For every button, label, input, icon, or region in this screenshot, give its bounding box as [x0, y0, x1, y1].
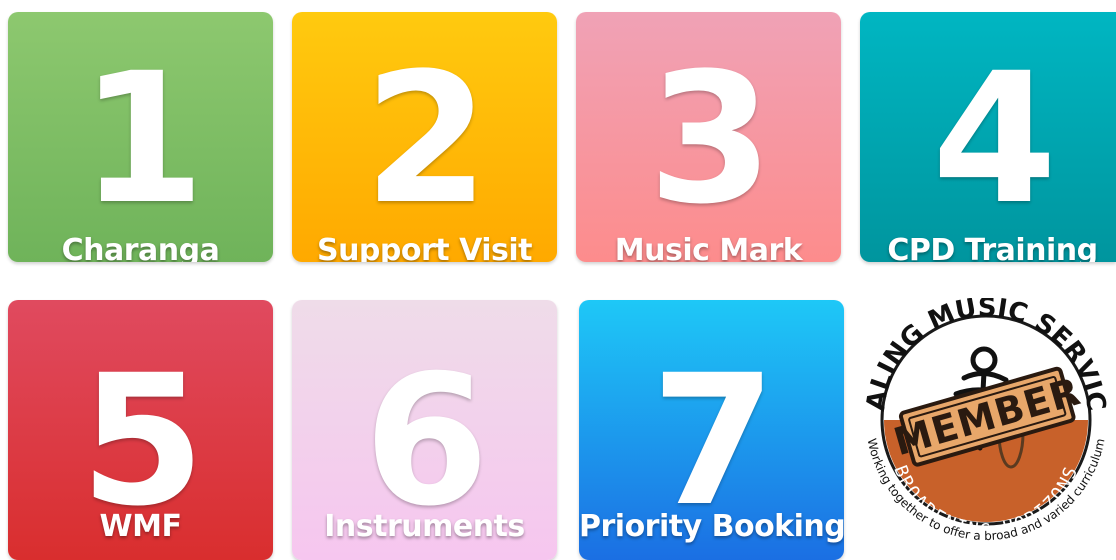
tile-label: Charanga — [61, 233, 220, 263]
tile-label: CPD Training — [887, 233, 1098, 263]
tile-number: 1 — [79, 35, 205, 244]
tile-support-visit[interactable]: 2 Support Visit — [292, 12, 557, 262]
tile-label: Instruments — [324, 509, 525, 544]
tile-music-mark[interactable]: 3 Music Mark — [576, 12, 841, 262]
ealing-music-service-member-badge[interactable]: EALING MUSIC SERVICE BROADENING HORIZONS… — [856, 298, 1116, 545]
tile-number: 2 — [363, 35, 489, 244]
tile-label: Support Visit — [316, 233, 533, 263]
tile-charanga[interactable]: 1 Charanga — [8, 12, 273, 262]
tile-cpd-training[interactable]: 4 CPD Training — [860, 12, 1116, 262]
tile-priority-booking[interactable]: 7 Priority Booking — [579, 300, 844, 560]
tile-label: Priority Booking — [579, 509, 844, 544]
tile-number: 4 — [931, 35, 1057, 244]
tile-number: 6 — [363, 337, 489, 546]
tile-label: WMF — [99, 509, 182, 544]
tile-number: 7 — [650, 337, 776, 546]
tile-instruments[interactable]: 6 Instruments — [292, 300, 557, 560]
tile-wmf[interactable]: 5 WMF — [8, 300, 273, 560]
tile-number: 3 — [647, 35, 773, 244]
tile-number: 5 — [79, 337, 205, 546]
tile-label: Music Mark — [614, 233, 803, 263]
